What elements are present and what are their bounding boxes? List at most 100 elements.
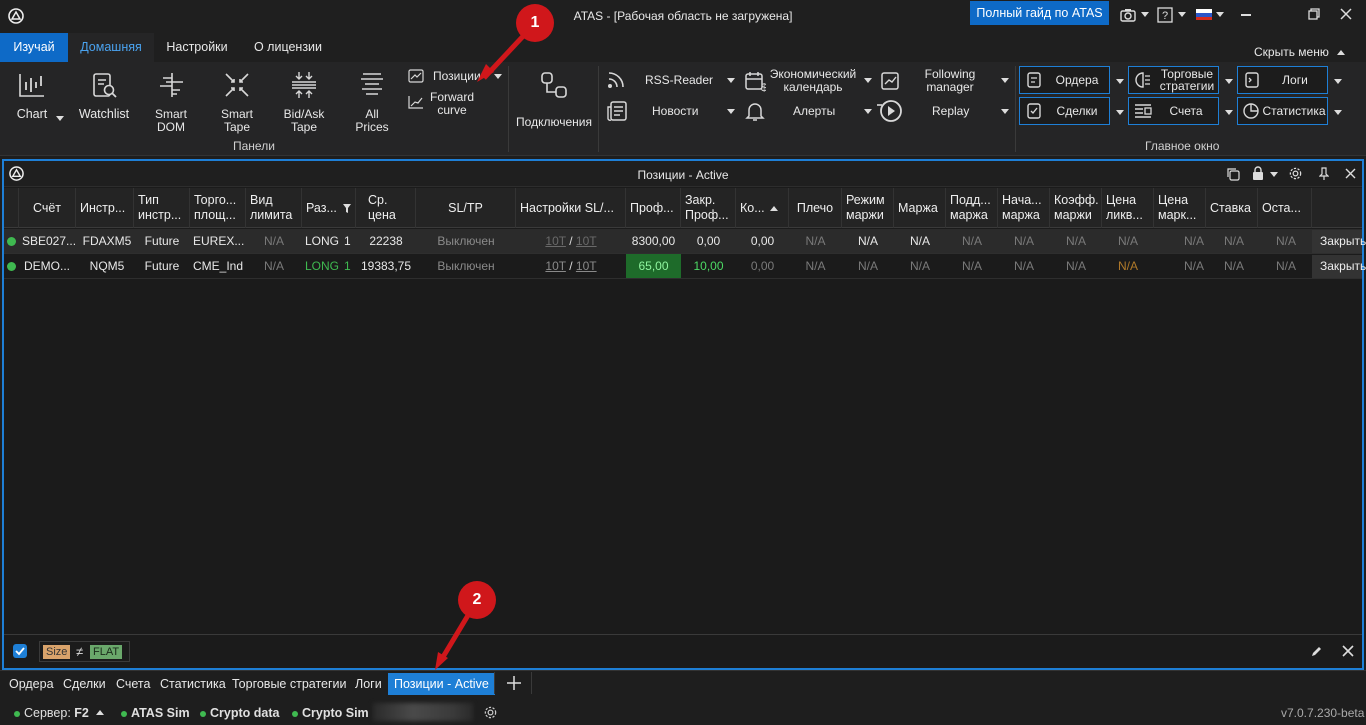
- column-header[interactable]: Подд... маржа: [946, 188, 998, 228]
- column-header[interactable]: Раз...: [302, 188, 356, 228]
- close-icon[interactable]: [1345, 168, 1356, 179]
- chevron-down-icon[interactable]: [864, 78, 872, 83]
- tab-accounts[interactable]: Счета: [116, 673, 150, 695]
- chevron-down-icon[interactable]: [1141, 12, 1149, 17]
- server-status[interactable]: Сервер: F2: [14, 706, 89, 720]
- column-header[interactable]: Торго... площ...: [190, 188, 246, 228]
- sl-value-link[interactable]: 10T: [545, 259, 565, 273]
- tab-learn[interactable]: Изучай: [0, 33, 68, 62]
- filter-expression[interactable]: Size ≠ FLAT: [39, 641, 130, 662]
- chevron-down-icon[interactable]: [1225, 110, 1233, 115]
- tab-home[interactable]: Домашняя: [68, 33, 154, 62]
- column-header[interactable]: Цена марк...: [1154, 188, 1206, 228]
- chevron-down-icon[interactable]: [1001, 78, 1009, 83]
- close-position-button[interactable]: Закрыть: [1312, 230, 1366, 253]
- column-header[interactable]: SL/TP: [416, 188, 516, 228]
- full-guide-button[interactable]: Полный гайд по ATAS: [970, 1, 1109, 25]
- column-header[interactable]: Настройки SL/...: [516, 188, 626, 228]
- chevron-down-icon[interactable]: [1116, 79, 1124, 84]
- tp-value-link[interactable]: 10T: [576, 259, 597, 273]
- tab-logs[interactable]: Логи: [355, 673, 382, 695]
- chevron-up-icon[interactable]: [96, 710, 104, 715]
- chevron-down-icon[interactable]: [1225, 79, 1233, 84]
- column-header[interactable]: Тип инстр...: [134, 188, 190, 228]
- gear-icon[interactable]: [483, 705, 498, 720]
- chevron-down-icon[interactable]: [1270, 172, 1278, 177]
- column-header[interactable]: Цена ликв...: [1102, 188, 1154, 228]
- column-header[interactable]: Нача... маржа: [998, 188, 1050, 228]
- logs-button[interactable]: Логи: [1237, 66, 1328, 94]
- column-header[interactable]: Закр. Проф...: [681, 188, 736, 228]
- chevron-down-icon[interactable]: [727, 78, 735, 83]
- connection-status[interactable]: Crypto data: [200, 706, 279, 720]
- column-header[interactable]: Коэфф. маржи: [1050, 188, 1102, 228]
- chevron-up-icon[interactable]: [1337, 50, 1345, 55]
- alerts-button[interactable]: Алерты: [793, 105, 835, 118]
- hide-menu-button[interactable]: Скрыть меню: [1254, 45, 1329, 59]
- following-manager-button[interactable]: Following manager: [910, 68, 990, 94]
- column-header[interactable]: Ставка: [1206, 188, 1258, 228]
- connections-button[interactable]: Подключения: [512, 70, 596, 129]
- chevron-down-icon[interactable]: [1334, 79, 1342, 84]
- minimize-icon[interactable]: [1241, 14, 1251, 16]
- column-header[interactable]: Проф...: [626, 188, 681, 228]
- column-header[interactable]: Плечо: [789, 188, 842, 228]
- orders-button[interactable]: Ордера: [1019, 66, 1110, 94]
- column-header[interactable]: Режим маржи: [842, 188, 894, 228]
- chart-button[interactable]: Chart: [6, 70, 58, 121]
- chevron-down-icon[interactable]: [1116, 110, 1124, 115]
- filter-icon[interactable]: [342, 203, 351, 213]
- lock-icon[interactable]: [1252, 166, 1264, 181]
- add-tab-button[interactable]: [494, 672, 532, 694]
- gear-icon[interactable]: [1288, 166, 1303, 181]
- tab-license[interactable]: О лицензии: [240, 33, 336, 62]
- chevron-down-icon[interactable]: [1216, 12, 1224, 17]
- chevron-down-icon[interactable]: [494, 74, 502, 79]
- tab-settings[interactable]: Настройки: [154, 33, 240, 62]
- replay-button[interactable]: Replay: [932, 105, 969, 118]
- column-header[interactable]: Оста...: [1258, 188, 1312, 228]
- accounts-button[interactable]: Счета: [1128, 97, 1219, 125]
- close-position-button[interactable]: Закрыть: [1312, 255, 1366, 278]
- table-row[interactable]: DEMO... NQM5 Future CME_Ind N/A LONG 1 1…: [4, 254, 1366, 279]
- trades-button[interactable]: Сделки: [1019, 97, 1110, 125]
- statistics-button[interactable]: Статистика: [1237, 97, 1328, 125]
- camera-icon[interactable]: [1119, 6, 1137, 24]
- smart-tape-button[interactable]: Smart Tape: [211, 70, 263, 134]
- sltp-settings-cell[interactable]: 10T / 10T: [516, 254, 626, 278]
- connection-status[interactable]: Crypto Sim: [292, 706, 369, 720]
- watchlist-button[interactable]: Watchlist: [74, 70, 134, 121]
- bid-ask-tape-button[interactable]: Bid/Ask Tape: [278, 70, 330, 134]
- smart-dom-button[interactable]: Smart DOM: [145, 70, 197, 134]
- close-icon[interactable]: [1340, 8, 1352, 20]
- help-icon[interactable]: ?: [1156, 6, 1174, 24]
- column-header[interactable]: Вид лимита: [246, 188, 302, 228]
- chevron-down-icon[interactable]: [727, 109, 735, 114]
- tp-value-link[interactable]: 10T: [576, 234, 597, 248]
- sltp-settings-cell[interactable]: 10T / 10T: [516, 229, 626, 253]
- econ-calendar-button[interactable]: Экономический календарь: [768, 68, 858, 94]
- connection-status[interactable]: ATAS Sim: [121, 706, 190, 720]
- table-row[interactable]: SBE027... FDAXM5 Future EUREX... N/A LON…: [4, 229, 1366, 254]
- news-button[interactable]: Новости: [652, 105, 698, 118]
- tab-trades[interactable]: Сделки: [63, 673, 106, 695]
- chevron-down-icon[interactable]: [56, 116, 64, 121]
- pin-icon[interactable]: [1319, 167, 1329, 181]
- chevron-down-icon[interactable]: [1178, 12, 1186, 17]
- all-prices-button[interactable]: All Prices: [346, 70, 398, 134]
- forward-curve-button[interactable]: Forward curve: [430, 91, 474, 117]
- sl-value-link[interactable]: 10T: [545, 234, 565, 248]
- tab-orders[interactable]: Ордера: [9, 673, 54, 695]
- close-icon[interactable]: [1342, 645, 1354, 657]
- column-header[interactable]: Ср. цена: [356, 188, 416, 228]
- language-flag-icon[interactable]: [1196, 9, 1212, 20]
- tab-statistics[interactable]: Статистика: [160, 673, 226, 695]
- column-header[interactable]: Ко...: [736, 188, 789, 228]
- pencil-icon[interactable]: [1310, 645, 1323, 658]
- chevron-down-icon[interactable]: [1001, 109, 1009, 114]
- restore-icon[interactable]: [1308, 8, 1320, 20]
- chevron-down-icon[interactable]: [864, 109, 872, 114]
- tab-strategies[interactable]: Торговые стратегии: [232, 673, 347, 695]
- tab-positions-active[interactable]: Позиции - Active: [388, 673, 495, 695]
- filter-enabled-checkbox[interactable]: [13, 644, 27, 658]
